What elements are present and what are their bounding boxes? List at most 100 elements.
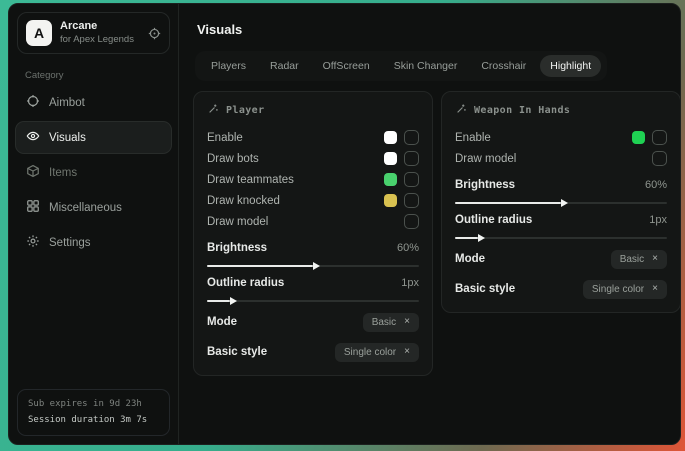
subscription-info-card: Sub expires in 9d 23h Session duration 3… <box>17 389 170 436</box>
tab-crosshair[interactable]: Crosshair <box>471 55 536 77</box>
toggle-row-enable: Enable <box>207 127 419 148</box>
grid-icon <box>26 199 40 216</box>
outline-radius-slider[interactable] <box>455 237 667 239</box>
toggle-row-draw-model: Draw model <box>207 211 419 232</box>
visuals-tabbar: Players Radar OffScreen Skin Changer Cro… <box>195 51 607 81</box>
color-swatch[interactable] <box>384 152 397 165</box>
color-swatch[interactable] <box>384 173 397 186</box>
toggle-row-draw-bots: Draw bots <box>207 148 419 169</box>
wand-icon <box>207 103 219 118</box>
basic-style-tag-row: Basic style Single color × <box>207 342 419 362</box>
tab-offscreen[interactable]: OffScreen <box>313 55 380 77</box>
sidebar-item-items[interactable]: Items <box>15 156 172 189</box>
panels-row: Player Enable Draw bots <box>193 91 681 376</box>
wand-icon <box>455 103 467 118</box>
close-icon[interactable]: × <box>652 284 658 294</box>
main-content: Visuals Players Radar OffScreen Skin Cha… <box>179 4 681 444</box>
sub-expires-text: Sub expires in 9d 23h <box>28 397 159 412</box>
color-swatch[interactable] <box>384 194 397 207</box>
weapon-in-hands-panel: Weapon In Hands Enable Draw model <box>441 91 681 313</box>
page-title: Visuals <box>197 22 681 37</box>
basic-style-tag[interactable]: Single color × <box>335 343 419 362</box>
session-duration-text: Session duration 3m 7s <box>28 413 159 428</box>
gear-icon <box>26 234 40 251</box>
toggle-label: Draw model <box>207 216 268 228</box>
basic-style-tag-row: Basic style Single color × <box>455 279 667 299</box>
app-subtitle: for Apex Legends <box>60 34 140 46</box>
toggle-label: Enable <box>207 132 243 144</box>
draw-bots-checkbox[interactable] <box>404 151 419 166</box>
tag-row-label: Basic style <box>207 346 267 358</box>
draw-knocked-checkbox[interactable] <box>404 193 419 208</box>
category-label: Category <box>25 70 178 81</box>
sidebar-item-label: Items <box>49 167 77 179</box>
enable-checkbox[interactable] <box>404 130 419 145</box>
mode-tag[interactable]: Basic × <box>363 313 419 332</box>
toggle-row-draw-teammates: Draw teammates <box>207 169 419 190</box>
tag-row-label: Mode <box>455 253 485 265</box>
slider-value: 1px <box>649 214 667 226</box>
mode-tag-row: Mode Basic × <box>207 312 419 332</box>
slider-label: Outline radius <box>207 277 284 289</box>
panel-title: Player <box>226 105 265 116</box>
outline-radius-slider-group: Outline radius 1px <box>207 274 419 302</box>
slider-value: 60% <box>645 179 667 191</box>
package-icon <box>26 164 40 181</box>
close-icon[interactable]: × <box>404 347 410 357</box>
sidebar-item-label: Miscellaneous <box>49 202 122 214</box>
color-swatch[interactable] <box>632 131 645 144</box>
toggle-label: Draw teammates <box>207 174 294 186</box>
slider-label: Brightness <box>207 242 267 254</box>
draw-model-checkbox[interactable] <box>652 151 667 166</box>
draw-model-checkbox[interactable] <box>404 214 419 229</box>
sidebar-item-label: Visuals <box>49 132 86 144</box>
brightness-slider[interactable] <box>455 202 667 204</box>
basic-style-tag[interactable]: Single color × <box>583 280 667 299</box>
app-name: Arcane <box>60 20 140 34</box>
toggle-label: Draw bots <box>207 153 259 165</box>
close-icon[interactable]: × <box>652 254 658 264</box>
app-header-card: A Arcane for Apex Legends <box>17 12 170 54</box>
color-swatch[interactable] <box>384 131 397 144</box>
brightness-slider-group: Brightness 60% <box>455 176 667 204</box>
tab-players[interactable]: Players <box>201 55 256 77</box>
sidebar-nav: Aimbot Visuals Items <box>9 85 178 260</box>
sidebar-item-miscellaneous[interactable]: Miscellaneous <box>15 191 172 224</box>
tag-row-label: Mode <box>207 316 237 328</box>
sidebar-item-settings[interactable]: Settings <box>15 226 172 259</box>
slider-label: Brightness <box>455 179 515 191</box>
sidebar-item-visuals[interactable]: Visuals <box>15 121 172 154</box>
slider-value: 60% <box>397 242 419 254</box>
toggle-row-draw-model: Draw model <box>455 148 667 169</box>
mode-tag[interactable]: Basic × <box>611 250 667 269</box>
panel-title: Weapon In Hands <box>474 105 570 116</box>
brightness-slider-group: Brightness 60% <box>207 239 419 267</box>
player-panel-header: Player <box>207 103 419 118</box>
brightness-slider[interactable] <box>207 265 419 267</box>
outline-radius-slider[interactable] <box>207 300 419 302</box>
sidebar-item-aimbot[interactable]: Aimbot <box>15 86 172 119</box>
slider-label: Outline radius <box>455 214 532 226</box>
toggle-label: Draw knocked <box>207 195 280 207</box>
draw-teammates-checkbox[interactable] <box>404 172 419 187</box>
enable-checkbox[interactable] <box>652 130 667 145</box>
crosshair-icon <box>26 94 40 111</box>
tab-skin-changer[interactable]: Skin Changer <box>384 55 468 77</box>
tag-row-label: Basic style <box>455 283 515 295</box>
player-panel: Player Enable Draw bots <box>193 91 433 376</box>
toggle-row-enable: Enable <box>455 127 667 148</box>
tab-radar[interactable]: Radar <box>260 55 309 77</box>
toggle-label: Enable <box>455 132 491 144</box>
target-icon[interactable] <box>148 27 161 40</box>
outline-radius-slider-group: Outline radius 1px <box>455 211 667 239</box>
eye-icon <box>26 129 40 146</box>
sidebar-item-label: Settings <box>49 237 91 249</box>
app-window: A Arcane for Apex Legends Category <box>8 3 681 445</box>
weapon-panel-header: Weapon In Hands <box>455 103 667 118</box>
close-icon[interactable]: × <box>404 317 410 327</box>
toggle-row-draw-knocked: Draw knocked <box>207 190 419 211</box>
sidebar: A Arcane for Apex Legends Category <box>9 4 179 444</box>
toggle-label: Draw model <box>455 153 516 165</box>
tab-highlight[interactable]: Highlight <box>540 55 601 77</box>
mode-tag-row: Mode Basic × <box>455 249 667 269</box>
